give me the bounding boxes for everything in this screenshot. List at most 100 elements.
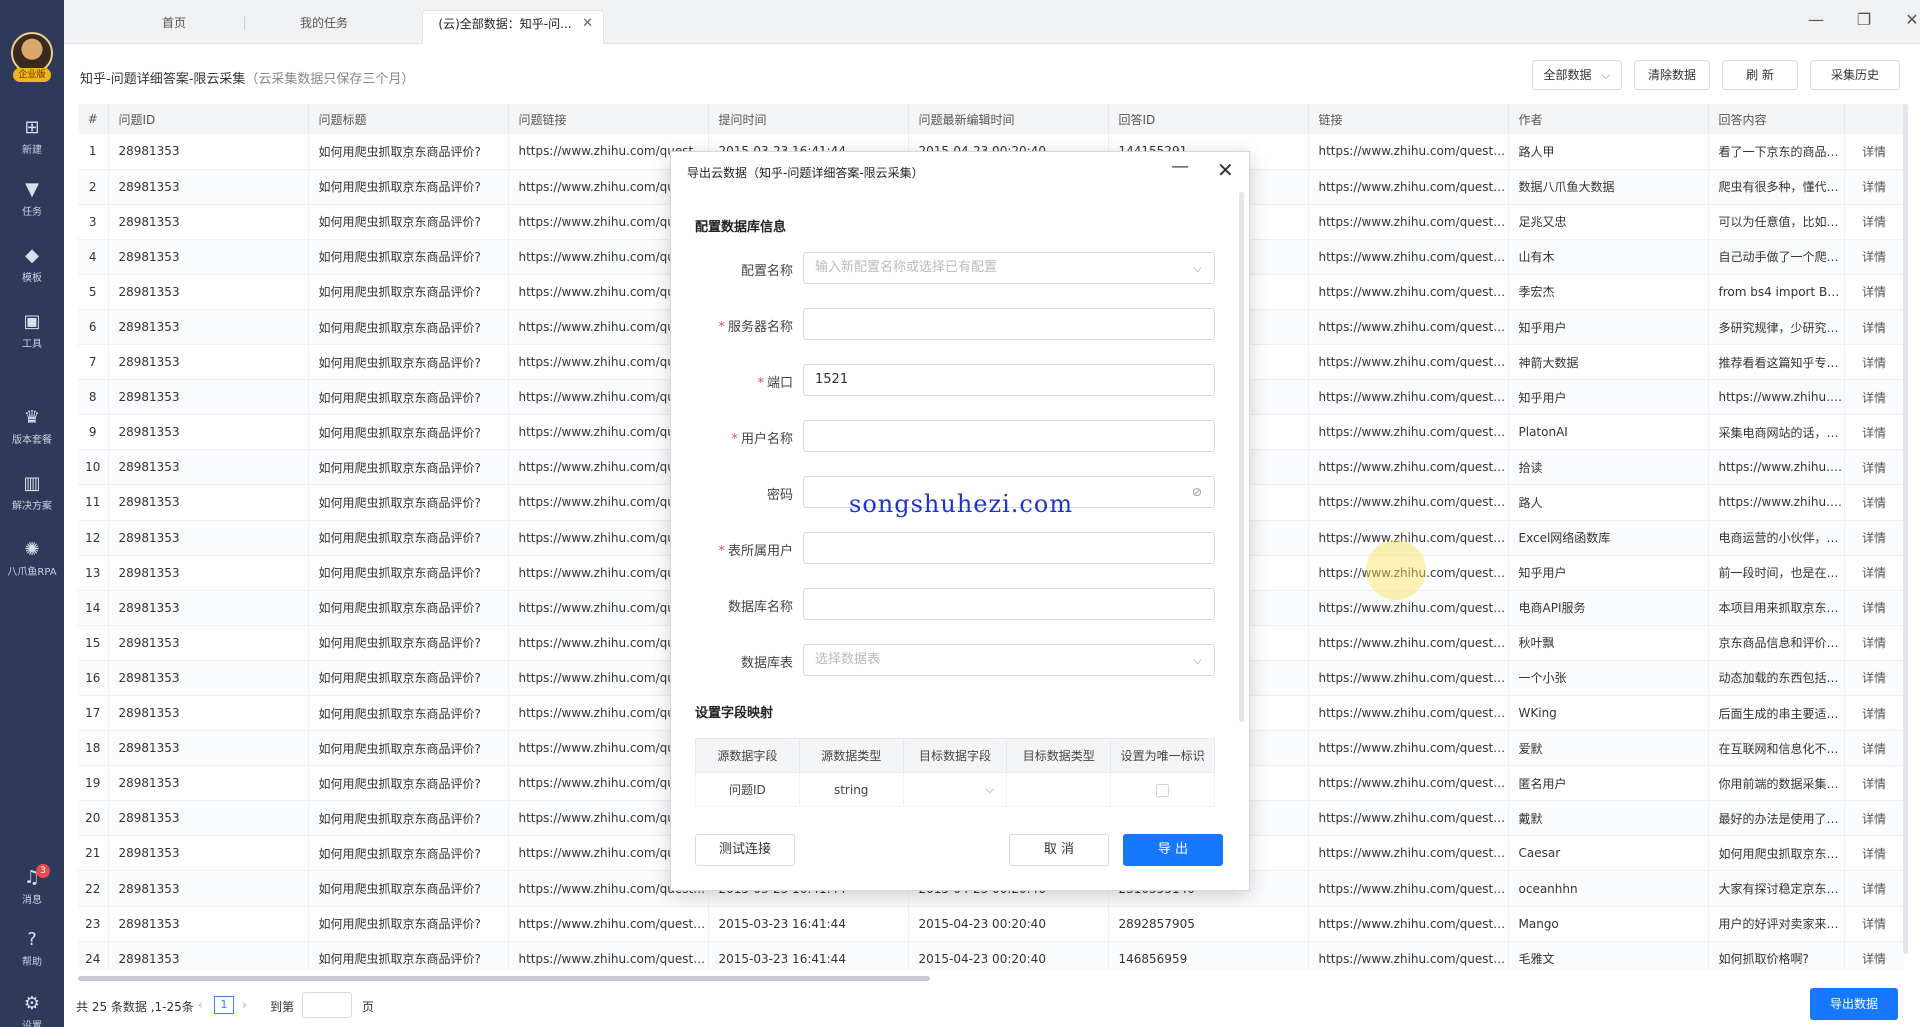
minimize-icon[interactable]: — (1171, 156, 1189, 177)
question-id: 28981353 (108, 169, 309, 205)
column-header[interactable]: 问题链接 (508, 104, 709, 134)
detail-link[interactable]: 详情 (1844, 414, 1904, 451)
sidebar-item-help[interactable]: ? 帮助 (0, 930, 64, 969)
close-icon[interactable]: ✕ (582, 11, 593, 37)
dialog-scrollbar[interactable] (1239, 192, 1244, 722)
detail-link[interactable]: 详情 (1844, 239, 1904, 275)
column-header[interactable]: # (78, 104, 109, 134)
detail-link[interactable]: 详情 (1844, 204, 1904, 240)
port-input[interactable]: 1521 (803, 364, 1215, 396)
vertical-scrollbar[interactable] (1903, 104, 1908, 954)
target-field-select[interactable]: ⌵ (902, 772, 1008, 807)
answer-link: https://www.zhihu.com/question... (1308, 484, 1509, 521)
detail-link[interactable]: 详情 (1844, 800, 1904, 837)
answer-link: https://www.zhihu.com/question... (1308, 204, 1509, 240)
sidebar-item-rpa[interactable]: ✺ 八爪鱼RPA (0, 540, 64, 579)
answer-content: 后面生成的串主要适用于 (1708, 695, 1845, 732)
detail-link[interactable]: 详情 (1844, 590, 1904, 626)
detail-link[interactable]: 详情 (1844, 449, 1904, 486)
table-row[interactable]: 23 28981353 如何用爬虫抓取京东商品评价? https://www.zhih… (78, 906, 1904, 942)
minimize-icon[interactable]: — (1806, 10, 1826, 29)
author: 知乎用户 (1508, 555, 1709, 591)
unique-key-checkbox[interactable] (1156, 783, 1170, 797)
answer-content: 看了一下京东的商品评论 (1708, 134, 1845, 170)
watermark: songshuhezi.com (849, 490, 1074, 518)
sidebar-item-templates[interactable]: ◆ 模板 (0, 246, 64, 285)
column-header[interactable]: 提问时间 (708, 104, 909, 134)
sidebar-item-plans[interactable]: ♛ 版本套餐 (0, 408, 64, 447)
column-header[interactable]: 作者 (1508, 104, 1709, 134)
dbname-input[interactable] (803, 588, 1215, 620)
question-id: 28981353 (108, 870, 309, 907)
row-number: 6 (78, 309, 109, 346)
detail-link[interactable]: 详情 (1844, 730, 1904, 767)
column-header[interactable]: 问题最新编辑时间 (908, 104, 1109, 134)
clear-data-button[interactable]: 清除数据 (1634, 60, 1710, 90)
sidebar-item-new[interactable]: ⊞ 新建 (0, 118, 64, 157)
sidebar-item-tasks[interactable]: ▼ 任务 (0, 180, 64, 219)
detail-link[interactable]: 详情 (1844, 134, 1904, 170)
detail-link[interactable]: 详情 (1844, 941, 1904, 970)
table-row[interactable]: 24 28981353 如何用爬虫抓取京东商品评价? https://www.zhih… (78, 941, 1904, 970)
current-page[interactable]: 1 (214, 996, 234, 1014)
question-id: 28981353 (108, 660, 309, 697)
all-data-dropdown[interactable]: 全部数据 ⌵ (1532, 60, 1622, 90)
detail-link[interactable]: 详情 (1844, 695, 1904, 732)
tab-my-tasks[interactable]: 我的任务 (264, 10, 384, 44)
column-header[interactable]: 回答内容 (1708, 104, 1845, 134)
answer-link: https://www.zhihu.com/question... (1308, 835, 1509, 872)
column-header[interactable]: 回答ID (1108, 104, 1309, 134)
detail-link[interactable]: 详情 (1844, 169, 1904, 205)
detail-link[interactable]: 详情 (1844, 555, 1904, 591)
owner-input[interactable] (803, 532, 1215, 564)
sidebar-item-messages[interactable]: ♫ 消息 (0, 868, 64, 907)
restore-icon[interactable]: ❐ (1854, 10, 1874, 29)
config-name-select[interactable]: 输入新配置名称或选择已有配置 ⌵ (803, 252, 1215, 284)
server-input[interactable] (803, 308, 1215, 340)
detail-link[interactable]: 详情 (1844, 520, 1904, 556)
detail-link[interactable]: 详情 (1844, 906, 1904, 942)
detail-link[interactable]: 详情 (1844, 835, 1904, 872)
detail-link[interactable]: 详情 (1844, 344, 1904, 381)
horizontal-scrollbar[interactable] (78, 976, 930, 981)
close-window-icon[interactable]: ✕ (1902, 10, 1920, 29)
author: 知乎用户 (1508, 309, 1709, 346)
target-type-cell[interactable] (1006, 772, 1112, 807)
sidebar-item-tools[interactable]: ▣ 工具 (0, 312, 64, 351)
column-header[interactable]: 链接 (1308, 104, 1509, 134)
test-connection-button[interactable]: 测试连接 (695, 834, 795, 866)
detail-link[interactable]: 详情 (1844, 765, 1904, 802)
cancel-button[interactable]: 取 消 (1009, 834, 1109, 866)
detail-link[interactable]: 详情 (1844, 870, 1904, 907)
collect-history-button[interactable]: 采集历史 (1810, 60, 1900, 90)
eye-off-icon[interactable]: ⊘ (1192, 477, 1202, 507)
sidebar-item-settings[interactable]: ⚙ 设置 (0, 994, 64, 1027)
detail-link[interactable]: 详情 (1844, 484, 1904, 521)
chevron-down-icon: ⌵ (1192, 653, 1202, 667)
config-name-placeholder: 输入新配置名称或选择已有配置 (815, 260, 998, 275)
tab-cloud-data[interactable]: (云)全部数据：知乎-问... ✕ (422, 10, 604, 44)
export-data-button[interactable]: 导出数据 (1810, 988, 1898, 1020)
detail-link[interactable]: 详情 (1844, 625, 1904, 661)
refresh-button[interactable]: 刷 新 (1722, 60, 1798, 90)
detail-link[interactable]: 详情 (1844, 309, 1904, 346)
answer-content: 大家有探讨稳定京东商城 (1708, 870, 1845, 907)
question-title: 如何用爬虫抓取京东商品评价? (308, 765, 509, 802)
column-header[interactable]: 问题标题 (308, 104, 509, 134)
username-input[interactable] (803, 420, 1215, 452)
column-header[interactable] (1844, 104, 1904, 134)
sidebar-item-solutions[interactable]: ▥ 解决方案 (0, 474, 64, 513)
tab-home[interactable]: 首页 (114, 10, 234, 44)
export-button[interactable]: 导 出 (1123, 834, 1223, 866)
detail-link[interactable]: 详情 (1844, 274, 1904, 310)
detail-link[interactable]: 详情 (1844, 660, 1904, 697)
close-icon[interactable]: ✕ (1217, 158, 1234, 182)
column-header[interactable]: 问题ID (108, 104, 309, 134)
author: 匿名用户 (1508, 765, 1709, 802)
detail-link[interactable]: 详情 (1844, 379, 1904, 416)
prev-page-icon[interactable]: ‹ (198, 998, 203, 1012)
answer-content: 多研究规律，少研究技术 (1708, 309, 1845, 346)
goto-page-input[interactable] (302, 992, 352, 1018)
next-page-icon[interactable]: › (242, 998, 247, 1012)
dbtable-select[interactable]: 选择数据表 ⌵ (803, 644, 1215, 676)
